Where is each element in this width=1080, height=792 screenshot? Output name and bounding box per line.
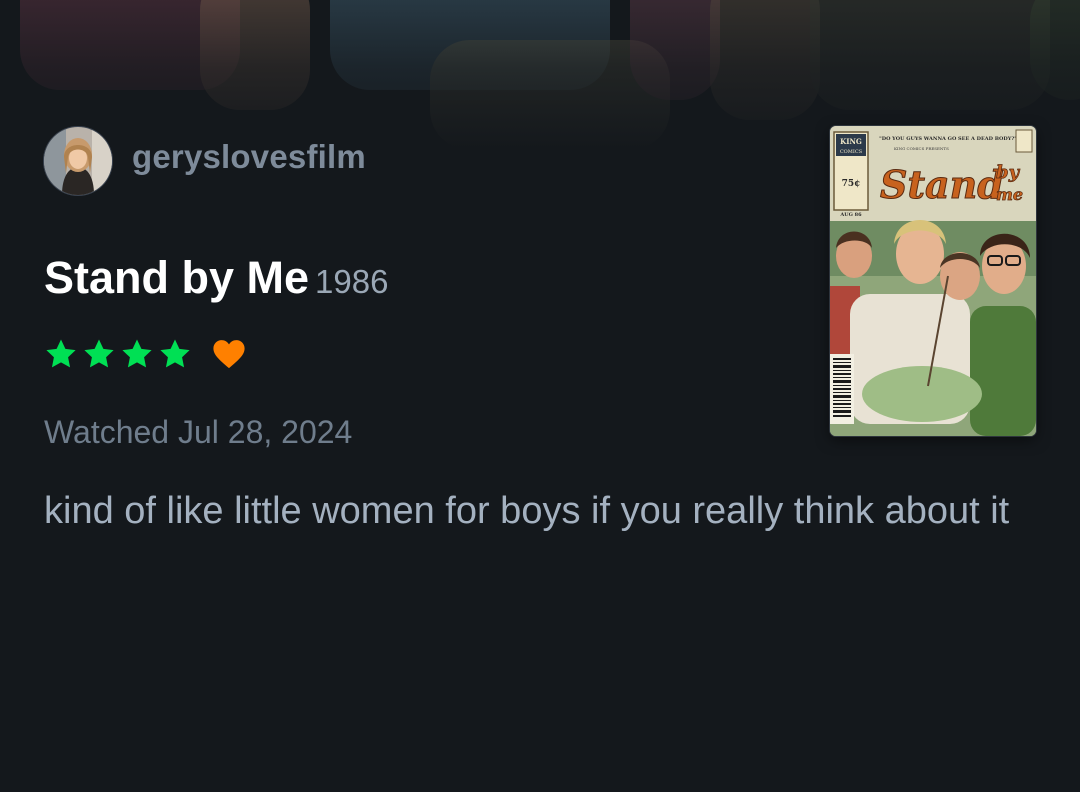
heart-icon <box>213 340 245 369</box>
username[interactable]: geryslovesfilm <box>132 138 366 176</box>
review-screen: geryslovesfilm Stand by Me 1986 Watched J… <box>0 0 1080 792</box>
poster-publisher: KING <box>840 137 862 146</box>
star-icon <box>160 339 190 368</box>
poster-month: AUG 86 <box>839 212 862 218</box>
star-icon <box>84 339 114 368</box>
film-year[interactable]: 1986 <box>315 263 388 300</box>
avatar[interactable] <box>44 127 112 195</box>
rating-row <box>44 334 246 374</box>
poster-title-me: me <box>996 185 1023 204</box>
poster-title-main: Stand <box>880 162 1004 207</box>
poster-publisher-sub: COMICS <box>840 149 863 155</box>
poster-title-by: by <box>996 162 1021 183</box>
film-title[interactable]: Stand by Me <box>44 252 309 303</box>
star-icon <box>122 339 152 368</box>
star-icon <box>46 339 76 368</box>
review-body: kind of like little women for boys if yo… <box>44 490 1010 532</box>
poster-presents: KING COMICS PRESENTS <box>894 146 949 151</box>
watched-date: Watched Jul 28, 2024 <box>44 414 353 450</box>
film-title-row: Stand by Me 1986 <box>44 252 388 304</box>
poster-tagline: "DO YOU GUYS WANNA GO SEE A DEAD BODY?" <box>879 136 1017 142</box>
poster-price: 75¢ <box>842 179 861 189</box>
film-poster[interactable]: KING COMICS 75¢ AUG 86 "DO YOU GUYS WANN… <box>830 126 1036 436</box>
